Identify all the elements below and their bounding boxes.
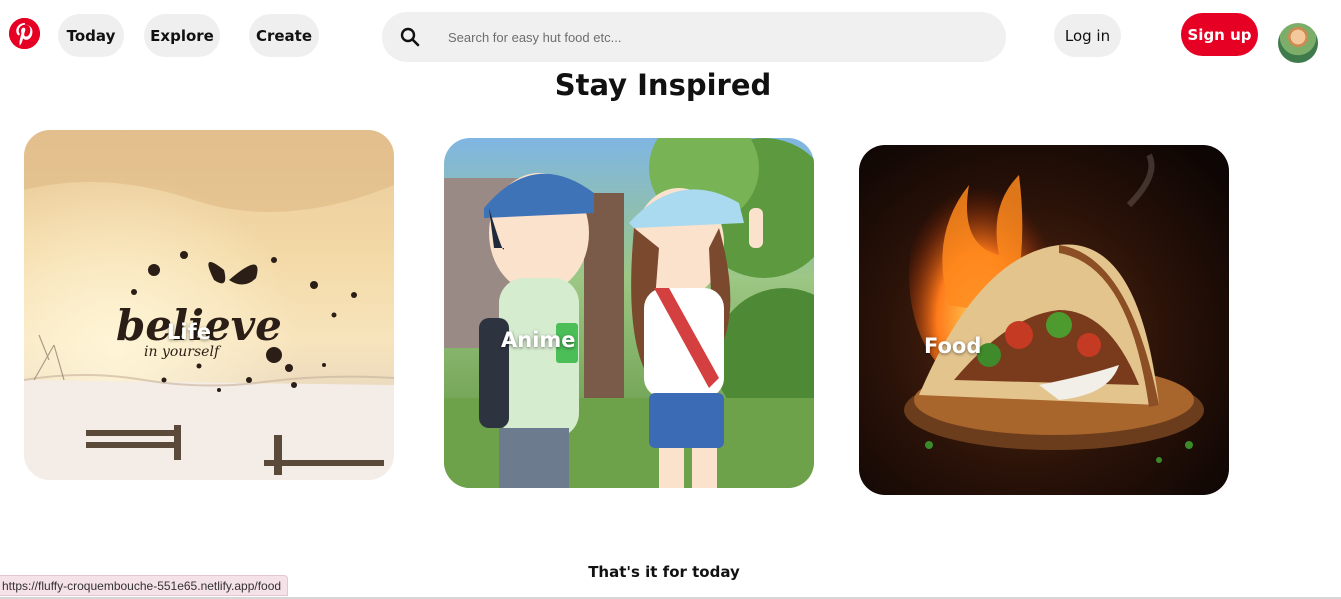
anime-card-image	[444, 138, 814, 488]
food-card-image	[859, 145, 1229, 495]
card-label-anime: Anime	[501, 328, 576, 352]
nav-create-button[interactable]: Create	[249, 14, 319, 57]
login-button[interactable]: Log in	[1054, 14, 1121, 57]
search-icon[interactable]	[400, 27, 420, 47]
pinterest-logo-icon[interactable]	[9, 18, 40, 49]
signup-button[interactable]: Sign up	[1181, 13, 1258, 56]
life-card-image: believe in yourself	[24, 130, 394, 480]
user-avatar[interactable]	[1278, 23, 1318, 63]
page-scrollbar[interactable]	[1333, 60, 1341, 599]
page-title: Stay Inspired	[554, 68, 772, 102]
browser-status-url: https://fluffy-croquembouche-551e65.netl…	[0, 575, 289, 596]
in-yourself-art-text: in yourself	[144, 344, 222, 360]
nav-explore-button[interactable]: Explore	[144, 14, 220, 57]
nav-today-button[interactable]: Today	[58, 14, 124, 57]
card-life[interactable]: believe in yourself Life	[24, 130, 394, 480]
card-label-life: Life	[167, 320, 211, 344]
card-label-food: Food	[924, 334, 982, 358]
card-food[interactable]: Food	[859, 145, 1229, 495]
search-bar[interactable]	[382, 12, 1006, 62]
card-anime[interactable]: Anime	[444, 138, 814, 488]
search-input[interactable]	[448, 23, 968, 51]
top-nav-bar: Today Explore Create Log in Sign up	[0, 0, 1341, 70]
